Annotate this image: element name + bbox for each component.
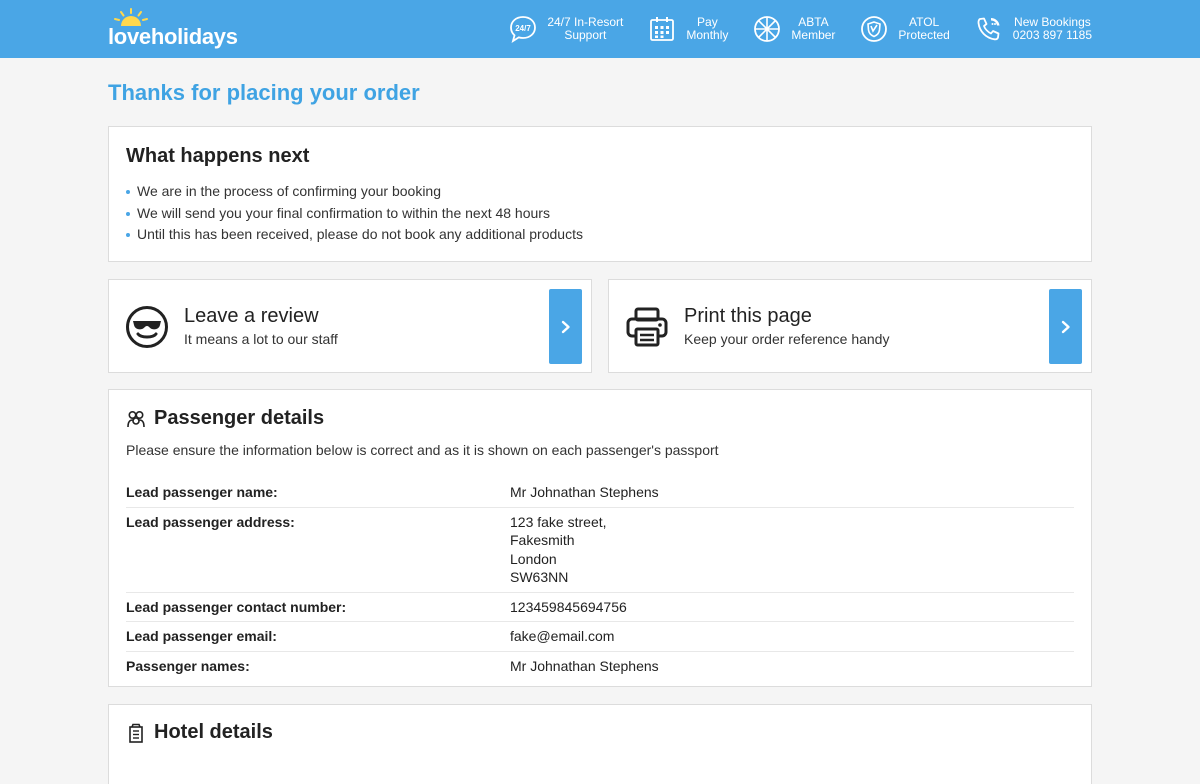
nav-pay-monthly[interactable]: Pay Monthly bbox=[647, 14, 728, 44]
row-label: Lead passenger name: bbox=[126, 484, 278, 500]
main-content: Thanks for placing your order What happe… bbox=[108, 58, 1092, 784]
atol-shield-icon bbox=[861, 16, 888, 42]
value-line: Fakesmith bbox=[510, 532, 575, 548]
hotel-details-title: Hotel details bbox=[154, 721, 273, 743]
page-title: Thanks for placing your order bbox=[108, 80, 420, 105]
row-label: Lead passenger contact number: bbox=[126, 598, 347, 615]
printer-icon bbox=[626, 307, 668, 347]
value-line: London bbox=[510, 550, 557, 567]
table-row: Passenger names: Mr Johnathan Stephens bbox=[126, 652, 1074, 681]
value-line: 123 fake street, bbox=[510, 513, 607, 530]
passenger-details-table: Lead passenger name: Mr Johnathan Stephe… bbox=[126, 478, 1074, 680]
what-happens-next-title: What happens next bbox=[126, 145, 310, 167]
table-row: Lead passenger email: fake@email.com bbox=[126, 622, 1074, 652]
nav-abta-line2: Member bbox=[791, 28, 836, 42]
value-line: Mr Johnathan Stephens bbox=[510, 657, 659, 674]
passengers-icon bbox=[127, 410, 145, 427]
abta-globe-icon bbox=[754, 16, 781, 42]
what-happens-next-card: What happens next We are in the process … bbox=[108, 126, 1092, 262]
calendar-icon bbox=[650, 17, 675, 41]
svg-text:24/7: 24/7 bbox=[516, 24, 532, 33]
chat-24-7-icon: 24/7 bbox=[510, 16, 537, 43]
value-line: fake@email.com bbox=[510, 628, 615, 644]
phone-icon bbox=[977, 17, 1000, 41]
row-label: Lead passenger email: bbox=[126, 628, 277, 644]
nav-new-bookings[interactable]: New Bookings 0203 897 1185 bbox=[974, 14, 1092, 44]
leave-review-button[interactable] bbox=[549, 289, 582, 364]
leave-review-card[interactable]: Leave a review It means a lot to our sta… bbox=[108, 279, 592, 373]
hotel-details-card: Hotel details bbox=[108, 704, 1092, 784]
row-label: Passenger names: bbox=[126, 657, 250, 674]
passenger-details-title: Passenger details bbox=[154, 407, 325, 429]
chevron-right-icon bbox=[1061, 320, 1070, 333]
next-step-item: Until this has been received, please do … bbox=[126, 224, 1074, 246]
print-page-button[interactable] bbox=[1049, 289, 1082, 364]
nav-in-resort-support[interactable]: 24/7 24/7 In-Resort Support bbox=[508, 14, 623, 44]
logo-wordmark: loveholidays bbox=[108, 24, 238, 49]
row-value: 123459845694756 bbox=[510, 598, 627, 617]
next-step-item: We are in the process of confirming your… bbox=[126, 181, 1074, 203]
nav-pay-line2: Monthly bbox=[686, 28, 729, 42]
next-step-item: We will send you your final confirmation… bbox=[126, 203, 1074, 225]
nav-abta-member[interactable]: ABTA Member bbox=[752, 14, 835, 44]
sunglasses-smiley-icon bbox=[126, 306, 168, 348]
next-steps-list: We are in the process of confirming your… bbox=[126, 181, 1074, 246]
nav-bookings-phone[interactable]: 0203 897 1185 bbox=[1013, 29, 1092, 42]
chevron-right-icon bbox=[561, 320, 570, 333]
value-line: 123459845694756 bbox=[510, 598, 627, 615]
row-label: Lead passenger address: bbox=[126, 513, 295, 530]
leave-review-title: Leave a review bbox=[184, 305, 319, 327]
row-value: Mr Johnathan Stephens bbox=[510, 657, 659, 676]
passenger-details-card: Passenger details Please ensure the info… bbox=[108, 389, 1092, 687]
nav-atol-line2: Protected bbox=[898, 28, 950, 42]
table-row: Lead passenger name: Mr Johnathan Stephe… bbox=[126, 478, 1074, 508]
table-row: Lead passenger contact number: 123459845… bbox=[126, 593, 1074, 622]
header-trust-nav: 24/7 24/7 In-ResortSupport PayMonthly bbox=[508, 0, 1092, 58]
nav-atol-protected[interactable]: ATOL Protected bbox=[859, 14, 950, 44]
row-value: 123 fake street, Fakesmith London SW63NN bbox=[510, 513, 607, 587]
print-page-subtitle: Keep your order reference handy bbox=[684, 331, 890, 347]
print-page-title: Print this page bbox=[684, 305, 812, 327]
top-header: loveholidays 24/7 24/7 In-Resort Support … bbox=[0, 0, 1200, 58]
row-value: fake@email.com bbox=[510, 627, 614, 646]
table-row: Lead passenger address: 123 fake street,… bbox=[126, 508, 1074, 593]
nav-support-line2: Support bbox=[564, 28, 607, 42]
value-line: Mr Johnathan Stephens bbox=[510, 484, 659, 500]
print-page-card[interactable]: Print this page Keep your order referenc… bbox=[608, 279, 1092, 373]
passenger-intro-text: Please ensure the information below is c… bbox=[126, 442, 719, 458]
leave-review-subtitle: It means a lot to our staff bbox=[184, 331, 338, 347]
value-line: SW63NN bbox=[510, 569, 569, 585]
loveholidays-logo[interactable]: loveholidays bbox=[108, 8, 248, 50]
row-value: Mr Johnathan Stephens bbox=[510, 483, 659, 502]
hotel-building-icon bbox=[129, 723, 143, 743]
action-cards: Leave a review It means a lot to our sta… bbox=[108, 279, 1092, 373]
